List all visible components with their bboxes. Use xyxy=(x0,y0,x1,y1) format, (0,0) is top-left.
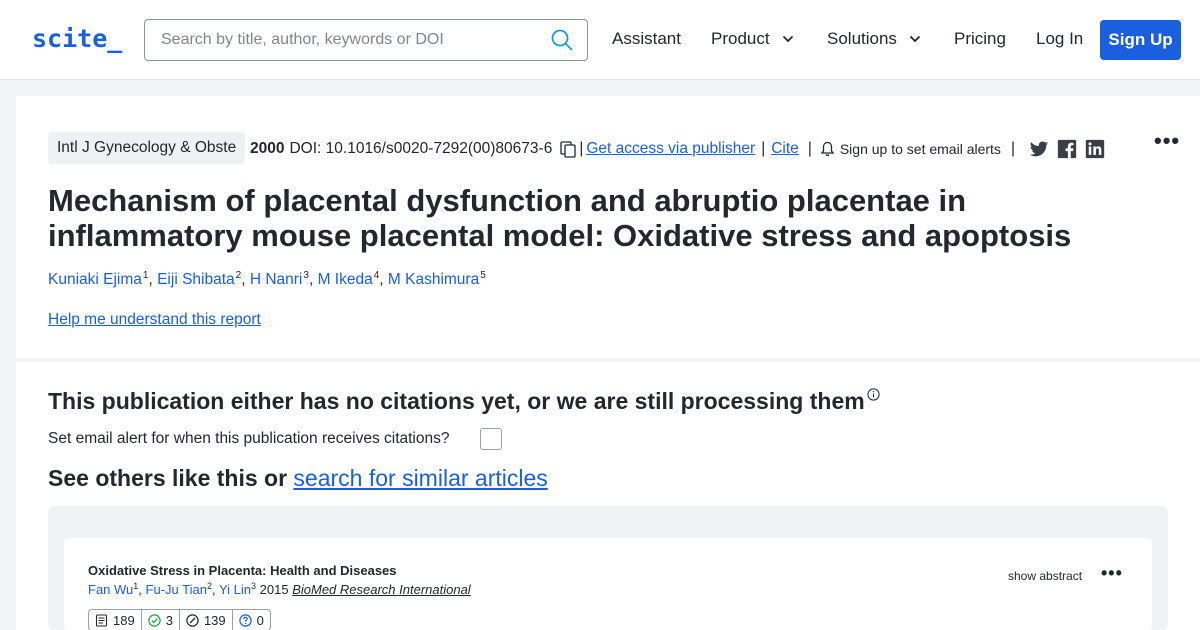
search-box[interactable] xyxy=(144,19,588,61)
author-affiliation: 5 xyxy=(480,270,486,281)
nav-pricing[interactable]: Pricing xyxy=(954,29,1006,49)
author-affiliation: 3 xyxy=(251,581,257,591)
author-link[interactable]: Fan Wu xyxy=(88,582,133,597)
author-list: Kuniaki Ejima1, Eiji Shibata2, H Nanri3,… xyxy=(48,270,486,288)
similar-article-title[interactable]: Oxidative Stress in Placenta: Health and… xyxy=(88,563,397,578)
author-affiliation: 1 xyxy=(142,270,149,281)
journal-badge[interactable]: Intl J Gynecology & Obste xyxy=(48,132,246,164)
supporting-check-icon xyxy=(148,613,161,627)
citation-stats[interactable]: 189 3 139 0 xyxy=(88,609,271,630)
more-options-icon[interactable]: ••• xyxy=(1101,563,1123,584)
top-header: scite_ Assistant Product Solutions Prici… xyxy=(0,0,1200,80)
nav-solutions[interactable]: Solutions xyxy=(827,29,921,49)
citation-alert-label: Set email alert for when this publicatio… xyxy=(48,430,450,447)
stat-supporting-value: 3 xyxy=(165,612,173,628)
author-affiliation: 2 xyxy=(206,581,212,591)
bell-icon[interactable] xyxy=(820,141,834,157)
show-abstract-button[interactable]: show abstract xyxy=(1008,569,1082,583)
author-link[interactable]: M Ikeda xyxy=(318,271,373,288)
help-understand-link[interactable]: Help me understand this report xyxy=(48,311,261,329)
author-affiliation: 3 xyxy=(303,270,309,281)
publication-year: 2000 xyxy=(250,140,285,157)
author-link[interactable]: Eiji Shibata xyxy=(157,271,235,288)
cite-link[interactable]: Cite xyxy=(771,140,799,158)
mentioning-slash-icon xyxy=(186,613,199,627)
contrasting-question-icon xyxy=(238,613,252,627)
author-affiliation: 4 xyxy=(373,270,380,281)
facebook-icon[interactable] xyxy=(1057,139,1077,159)
signup-button[interactable]: Sign Up xyxy=(1100,20,1181,60)
author-affiliation: 1 xyxy=(133,581,139,591)
info-icon[interactable] xyxy=(867,388,880,401)
no-citations-heading: This publication either has no citations… xyxy=(48,388,880,415)
see-others-heading: See others like this or search for simil… xyxy=(48,465,548,492)
doi-text: DOI: 10.1016/s0020-7292(00)80673-6 xyxy=(289,140,553,157)
document-icon xyxy=(95,613,108,627)
copy-icon[interactable] xyxy=(560,140,576,158)
author-link[interactable]: Yi Lin xyxy=(219,582,251,597)
nav-pricing-label: Pricing xyxy=(954,29,1006,48)
stat-mentioning-value: 139 xyxy=(203,612,226,628)
author-link[interactable]: M Kashimura xyxy=(388,271,479,288)
search-icon[interactable] xyxy=(551,29,573,51)
stat-contrasting[interactable]: 0 xyxy=(233,610,270,630)
author-link[interactable]: H Nanri xyxy=(250,271,303,288)
similar-article-authors: Fan Wu1, Fu-Ju Tian2, Yi Lin3 2015 BioMe… xyxy=(88,581,471,597)
stat-total-value: 189 xyxy=(113,612,135,628)
chevron-down-icon xyxy=(909,35,921,43)
get-access-link[interactable]: Get access via publisher xyxy=(586,140,755,158)
linkedin-icon[interactable] xyxy=(1085,139,1105,159)
login-link[interactable]: Log In xyxy=(1036,29,1083,49)
similar-article-journal[interactable]: BioMed Research International xyxy=(292,582,471,597)
paper-title: Mechanism of placental dysfunction and a… xyxy=(48,183,1072,253)
stat-contrasting-value: 0 xyxy=(256,612,264,628)
stat-mentioning[interactable]: 139 xyxy=(180,610,233,630)
no-citations-text: This publication either has no citations… xyxy=(48,388,865,414)
publication-meta: 2000 DOI: 10.1016/s0020-7292(00)80673-6 … xyxy=(250,139,1105,159)
login-label: Log In xyxy=(1036,29,1084,48)
more-options-icon[interactable]: ••• xyxy=(1154,128,1180,154)
author-link[interactable]: Kuniaki Ejima xyxy=(48,271,142,288)
citation-alert-checkbox[interactable] xyxy=(480,428,502,450)
search-input[interactable] xyxy=(161,20,541,60)
similar-article-year: 2015 xyxy=(259,582,289,597)
nav-product[interactable]: Product xyxy=(711,29,794,49)
divider: | xyxy=(579,140,584,157)
author-affiliation: 2 xyxy=(235,270,242,281)
search-similar-link[interactable]: search for similar articles xyxy=(293,465,547,491)
chevron-down-icon xyxy=(782,35,793,43)
nav-assistant[interactable]: Assistant xyxy=(612,29,681,49)
author-link[interactable]: Fu-Ju Tian xyxy=(146,582,207,597)
stat-total[interactable]: 189 xyxy=(89,610,142,630)
scite-logo[interactable]: scite_ xyxy=(32,24,122,53)
twitter-icon[interactable] xyxy=(1029,139,1049,159)
stat-supporting[interactable]: 3 xyxy=(142,610,180,630)
divider: | xyxy=(761,140,766,157)
nav-product-label: Product xyxy=(711,29,770,48)
divider: | xyxy=(807,140,812,157)
nav-assistant-label: Assistant xyxy=(612,29,681,48)
nav-solutions-label: Solutions xyxy=(827,29,897,48)
divider: | xyxy=(1010,140,1015,157)
see-others-text: See others like this or xyxy=(48,465,288,491)
email-alert-link[interactable]: Sign up to set email alerts xyxy=(840,141,1001,157)
